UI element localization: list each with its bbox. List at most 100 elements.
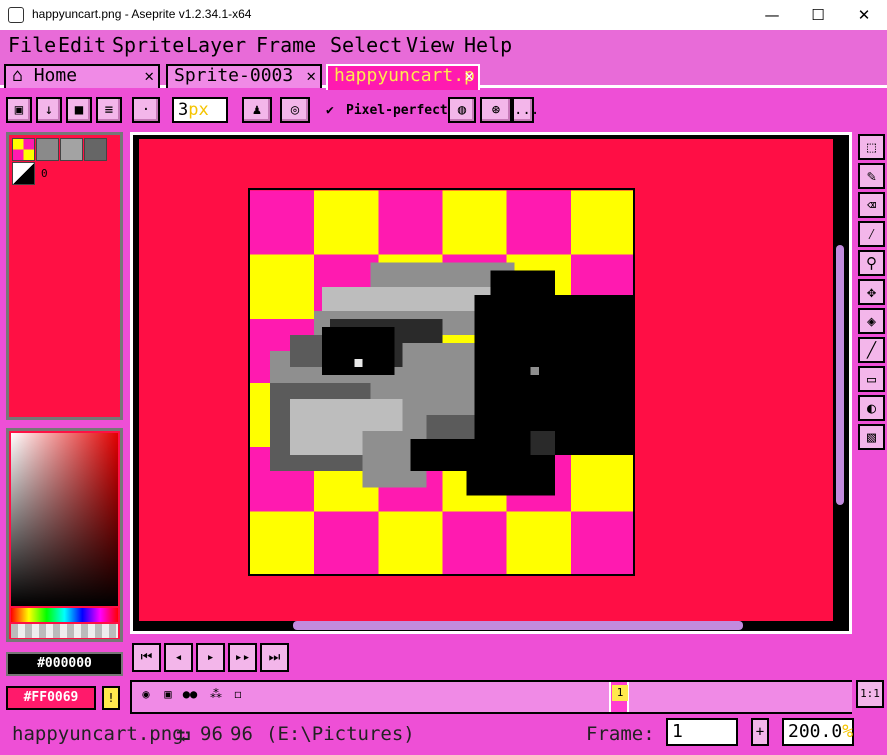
menu-sprite[interactable]: Sprite	[112, 33, 184, 57]
sprite-canvas[interactable]	[248, 188, 635, 576]
zoom-field[interactable]: 200.0%	[782, 718, 854, 746]
saturation-value-picker[interactable]	[11, 433, 118, 606]
minimize-button[interactable]: —	[749, 0, 795, 30]
close-icon[interactable]: ✕	[144, 66, 154, 86]
tab-label: happyuncart.p	[334, 65, 475, 86]
lock-icon[interactable]: ▣	[6, 97, 32, 123]
sprite-pixel-block	[410, 439, 475, 472]
alpha-slider[interactable]	[11, 624, 118, 638]
menu-view[interactable]: View	[406, 33, 454, 57]
warning-icon[interactable]: !	[102, 686, 120, 710]
ink-icon[interactable]: ♟	[242, 97, 272, 123]
arrow-down-icon[interactable]: ↓	[36, 97, 62, 123]
sprite-pixel-block	[530, 366, 539, 375]
menu-bar: File Edit Sprite Layer Frame Select View…	[0, 30, 887, 60]
square-icon[interactable]: ■	[66, 97, 92, 123]
checker-tile	[570, 447, 633, 512]
next-frame-icon[interactable]: ▸▸	[228, 643, 257, 672]
frame-input[interactable]: 1	[666, 718, 738, 746]
status-height: 96	[230, 723, 253, 745]
palette-swatch[interactable]	[12, 138, 35, 161]
checker-tile	[378, 190, 443, 255]
eraser-icon[interactable]: ⌫	[858, 192, 885, 218]
frame-number[interactable]: 1	[612, 685, 628, 701]
background-color-button[interactable]: #FF0069	[6, 686, 96, 710]
tab-happyuncart[interactable]: happyuncart.p ✕	[326, 64, 480, 90]
target-icon[interactable]: ◎	[280, 97, 310, 123]
vertical-scroll-thumb[interactable]	[836, 245, 844, 505]
maximize-button[interactable]: ☐	[795, 0, 841, 30]
play-icon[interactable]: ▸	[196, 643, 225, 672]
tool-bar: ⬚ ✎ ⌫ ⁄ ⚲ ✥ ◈ ╱ ▭ ◐ ▧	[856, 132, 887, 466]
close-window-button[interactable]: ✕	[841, 0, 887, 30]
line-icon[interactable]: ╱	[858, 337, 885, 363]
checker-tile	[250, 190, 315, 255]
checker-tile	[314, 190, 379, 255]
move-icon[interactable]: ✥	[858, 279, 885, 305]
palette-swatch[interactable]	[12, 162, 35, 185]
playback-controls: ⏮ ◂ ▸ ▸▸ ⏭	[130, 642, 290, 674]
contour-icon[interactable]: ◐	[858, 395, 885, 421]
checker-tile	[570, 511, 633, 574]
dynamics-icon[interactable]: ⊛	[480, 97, 512, 123]
sprite-pixel-block	[602, 423, 633, 456]
checker-tile	[250, 511, 315, 574]
list-icon[interactable]: ≡	[96, 97, 122, 123]
first-frame-icon[interactable]: ⏮	[132, 643, 161, 672]
pixel-perfect-label: Pixel-perfect	[346, 103, 448, 118]
eye-icon[interactable]: ◉	[136, 684, 156, 704]
tab-label: Home	[33, 65, 78, 86]
tab-home[interactable]: ⌂ Home ✕	[4, 64, 160, 88]
palette-swatch[interactable]	[36, 138, 59, 161]
sprite-pixel-block	[490, 270, 555, 303]
timeline: ◉ ▣ ●● ⁂ ◻ 1	[130, 680, 852, 714]
zoom-icon[interactable]: ⚲	[858, 250, 885, 276]
close-icon[interactable]: ✕	[306, 66, 316, 86]
palette-index: 0	[41, 167, 48, 180]
frame-label: Frame:	[586, 723, 655, 745]
canvas-area[interactable]	[139, 139, 835, 621]
palette-swatch[interactable]	[60, 138, 83, 161]
checker-tile	[250, 254, 315, 319]
more-button[interactable]: ...	[512, 97, 539, 123]
lock-icon[interactable]: ▣	[158, 684, 178, 704]
foreground-color-button[interactable]: #000000	[6, 652, 123, 676]
pixel-perfect-checkbox[interactable]: ✔	[326, 103, 334, 118]
tab-sprite-0003[interactable]: Sprite-0003 ✕	[166, 64, 322, 88]
hue-slider[interactable]	[11, 608, 118, 622]
bucket-icon[interactable]: ◈	[858, 308, 885, 334]
link-icon[interactable]: ⁂	[206, 684, 226, 704]
home-icon: ⌂	[12, 65, 23, 86]
menu-select[interactable]: Select	[330, 33, 402, 57]
window-title: happyuncart.png - Aseprite v1.2.34.1-x64	[32, 7, 252, 21]
menu-file[interactable]: File	[8, 33, 56, 57]
vertical-scrollbar[interactable]	[833, 135, 847, 631]
brush-size-icon[interactable]: ·	[132, 97, 160, 123]
frame-icon[interactable]: ◻	[228, 684, 248, 704]
ratio-button[interactable]: 1:1	[856, 680, 884, 708]
menu-edit[interactable]: Edit	[58, 33, 106, 57]
checker-tile	[570, 190, 633, 255]
checker-tile	[314, 511, 379, 574]
tab-label: Sprite-0003	[174, 65, 294, 86]
menu-layer[interactable]: Layer	[186, 33, 246, 57]
palette-swatch[interactable]	[84, 138, 107, 161]
last-frame-icon[interactable]: ⏭	[260, 643, 289, 672]
menu-frame[interactable]: Frame	[256, 33, 316, 57]
symmetry-icon[interactable]: ◍	[448, 97, 476, 123]
brush-size-input[interactable]: 3px	[172, 97, 228, 123]
close-icon[interactable]: ✕	[464, 66, 474, 86]
eyedropper-icon[interactable]: ⁄	[858, 221, 885, 247]
context-toolbar: ▣ ↓ ■ ≡ · 3px ♟ ◎ ✔ Pixel-perfect ◍ ⊛ ..…	[0, 91, 887, 129]
onion-skin-icon[interactable]: ●●	[180, 684, 200, 704]
blur-icon[interactable]: ▧	[858, 424, 885, 450]
rectangle-icon[interactable]: ▭	[858, 366, 885, 392]
marquee-icon[interactable]: ⬚	[858, 134, 885, 160]
menu-help[interactable]: Help	[464, 33, 512, 57]
pencil-icon[interactable]: ✎	[858, 163, 885, 189]
tab-bar: ⌂ Home ✕ Sprite-0003 ✕ happyuncart.p ✕	[0, 60, 887, 90]
new-frame-button[interactable]: +	[751, 718, 769, 746]
previous-frame-icon[interactable]: ◂	[164, 643, 193, 672]
horizontal-scroll-thumb[interactable]	[293, 621, 743, 630]
status-bar: happyuncart.png ⮒ 96 96 (E:\Pictures) Fr…	[0, 718, 887, 752]
